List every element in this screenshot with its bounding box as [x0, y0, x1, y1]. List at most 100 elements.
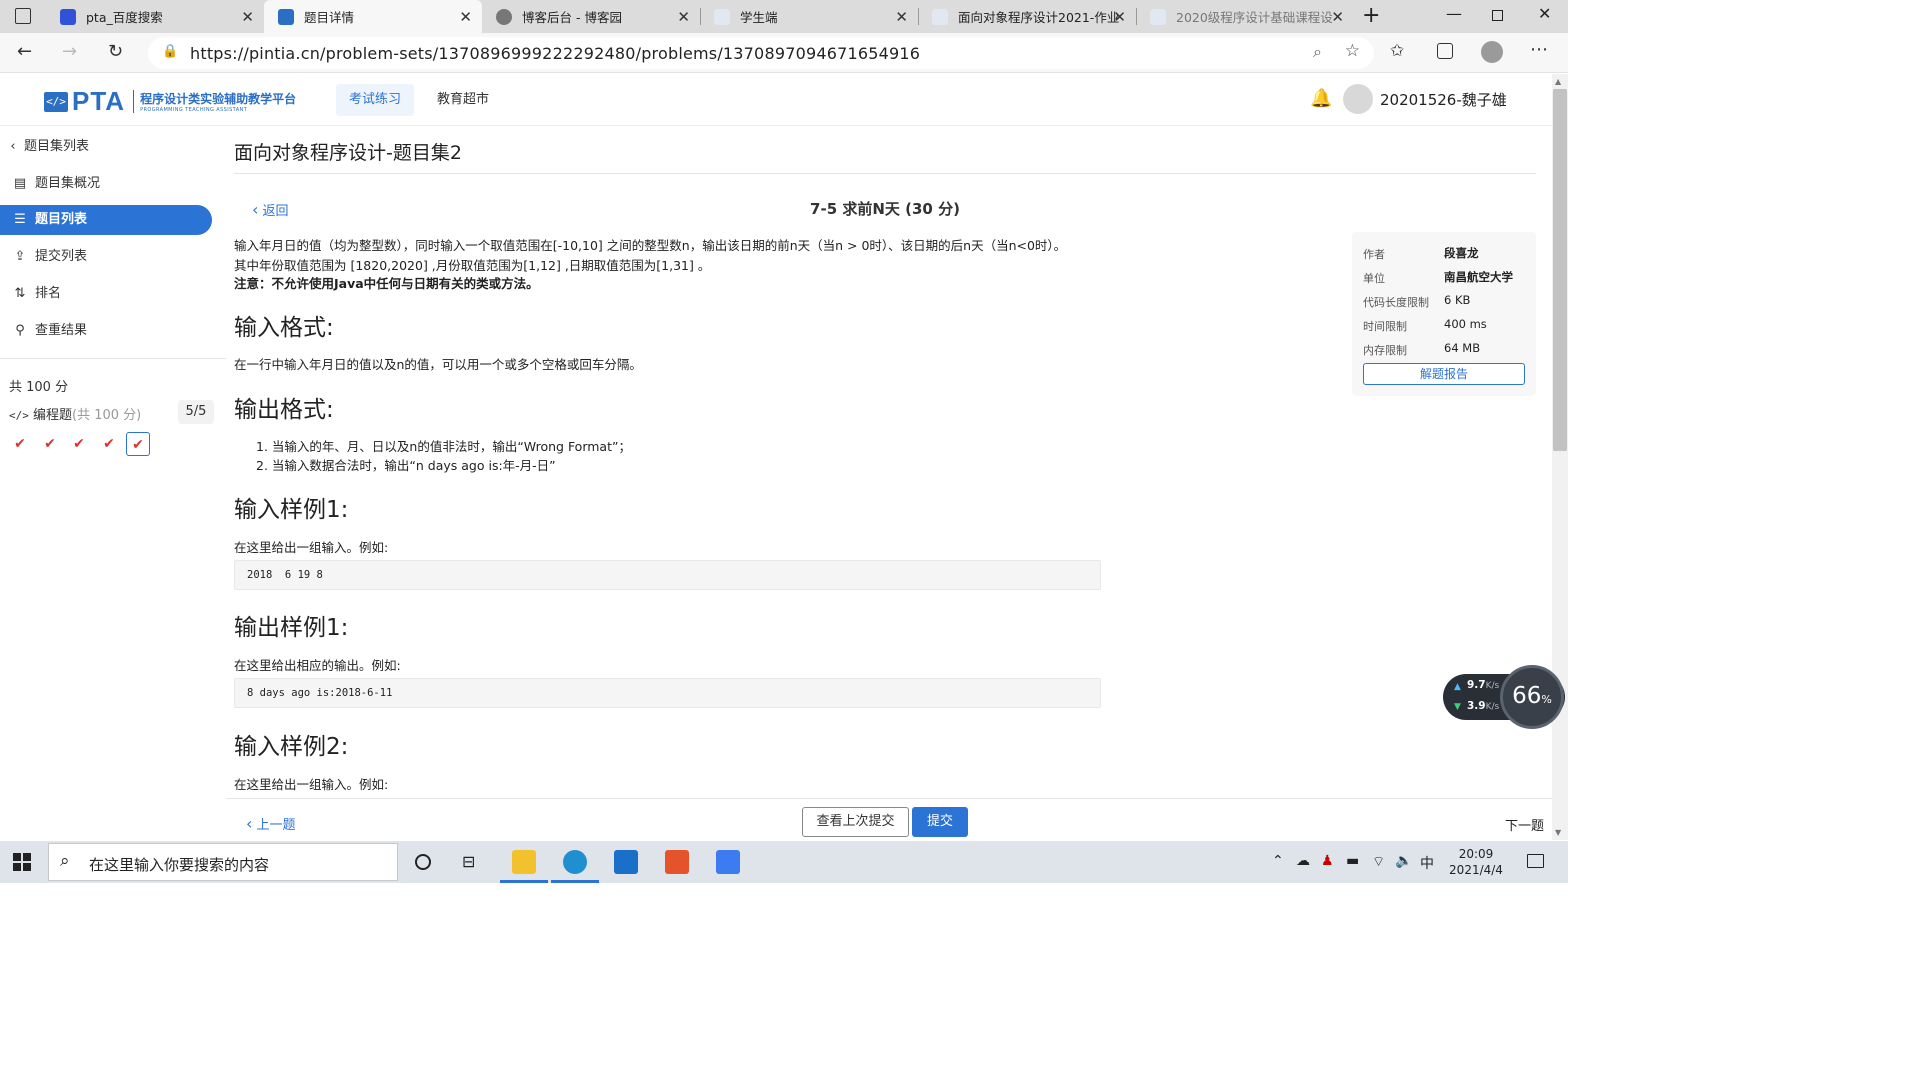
refresh-icon[interactable]: ↻	[108, 41, 123, 62]
office-icon[interactable]	[665, 850, 689, 874]
problem-info-panel: 作者 段喜龙 单位 南昌航空大学 代码长度限制 6 KB 时间限制 400 ms…	[1352, 232, 1536, 396]
problem-description-line-1: 输入年月日的值（均为整型数），同时输入一个取值范围在[-10,10] 之间的整型…	[234, 238, 1067, 253]
battery-icon[interactable]: ▬	[1346, 853, 1359, 869]
sidebar-item-ranking[interactable]: ⇅ 排名	[0, 279, 212, 309]
minimize-icon[interactable]: —	[1446, 4, 1462, 23]
file-explorer-icon[interactable]	[512, 850, 536, 874]
maximize-icon[interactable]	[1492, 10, 1503, 21]
url-text[interactable]: https://pintia.cn/problem-sets/137089699…	[190, 44, 920, 63]
total-score: 共 100 分	[9, 380, 69, 395]
show-hidden-icons-icon[interactable]: ⌃	[1272, 853, 1284, 869]
sample-input-2-text: 在这里给出一组输入。例如:	[234, 777, 389, 792]
edge-browser-icon[interactable]	[563, 850, 587, 874]
sidebar-divider	[0, 358, 226, 359]
sample-output-1-code[interactable]: 8 days ago is:2018-6-11	[234, 678, 1101, 708]
user-avatar[interactable]	[1343, 84, 1373, 114]
info-value-time-limit: 400 ms	[1444, 317, 1487, 331]
list-icon: ☰	[14, 212, 26, 227]
sidebar-item-label: 题目集概况	[35, 176, 101, 191]
browser-tab-cnblogs[interactable]: 博客后台 - 博客园 ✕	[482, 0, 700, 33]
browser-tab-oop-homework[interactable]: 面向对象程序设计2021-作业 ✕	[918, 0, 1136, 33]
info-label-memory-limit: 内存限制	[1363, 344, 1407, 357]
forward-arrow-icon[interactable]: →	[62, 41, 77, 62]
next-problem-button[interactable]: 下一题	[1505, 815, 1544, 834]
qq-icon[interactable]: ♟	[1321, 853, 1334, 869]
collections-icon[interactable]	[1437, 43, 1453, 59]
info-value-author: 段喜龙	[1444, 246, 1479, 260]
ime-indicator[interactable]: 中	[1420, 853, 1434, 873]
pta-logo[interactable]: </> PTA 程序设计类实验辅助教学平台 PROGRAMMING TEACHI…	[44, 86, 296, 117]
close-tab-icon[interactable]: ✕	[895, 8, 908, 26]
volume-icon[interactable]: 🔈	[1395, 853, 1412, 869]
sample-output-1-heading: 输出样例1:	[234, 615, 349, 641]
back-arrow-icon[interactable]: ←	[17, 41, 32, 62]
scroll-up-arrow-icon[interactable]: ▲	[1555, 77, 1561, 86]
task-view-icon[interactable]: ⊟	[462, 852, 475, 871]
view-last-submission-button[interactable]: 查看上次提交	[802, 807, 909, 837]
problem-description-line-2: 其中年份取值范围为 [1820,2020] ,月份取值范围为[1,12] ,日期…	[234, 258, 711, 273]
onedrive-icon[interactable]: ☁	[1296, 853, 1310, 869]
problem-status-check-icon[interactable]: ✔	[38, 432, 62, 456]
nav-education-market[interactable]: 教育超市	[424, 84, 502, 116]
problem-status-check-icon[interactable]: ✔	[97, 432, 121, 456]
tab-actions-icon[interactable]	[15, 8, 31, 24]
close-window-icon[interactable]: ✕	[1538, 4, 1551, 23]
problem-status-check-icon[interactable]: ✔	[126, 432, 150, 456]
memory-usage-gauge[interactable]: 66%	[1500, 665, 1564, 729]
sidebar-item-submissions[interactable]: ⇪ 提交列表	[0, 242, 212, 272]
browser-tab-student[interactable]: 学生端 ✕	[700, 0, 918, 33]
sample-input-1-code[interactable]: 2018 6 19 8	[234, 560, 1101, 590]
sidebar-back-to-problem-sets[interactable]: ‹ 题目集列表	[0, 132, 212, 162]
username[interactable]: 20201526-魏子雄	[1380, 89, 1507, 110]
tab-title: 2020级程序设计基础课程设	[1176, 10, 1333, 25]
mail-icon[interactable]	[614, 850, 638, 874]
sidebar-item-overview[interactable]: ▤ 题目集概况	[0, 169, 212, 199]
download-arrow-icon: ▼	[1454, 702, 1461, 712]
previous-problem-button[interactable]: ‹ 上一题	[246, 814, 296, 833]
close-tab-icon[interactable]: ✕	[1113, 8, 1126, 26]
nav-exam-practice[interactable]: 考试练习	[336, 84, 415, 116]
notification-bell-icon[interactable]: 🔔	[1310, 88, 1332, 109]
sidebar-item-label: 提交列表	[35, 249, 88, 264]
scroll-down-arrow-icon[interactable]: ▼	[1555, 828, 1561, 837]
windows-start-icon[interactable]	[13, 853, 31, 871]
close-tab-icon[interactable]: ✕	[459, 8, 472, 26]
sidebar-item-label: 排名	[35, 286, 62, 301]
problem-status-check-icon[interactable]: ✔	[8, 432, 32, 456]
submit-button[interactable]: 提交	[912, 807, 968, 837]
browser-tab-baidu[interactable]: pta_百度搜索 ✕	[46, 0, 264, 33]
close-tab-icon[interactable]: ✕	[1331, 8, 1344, 26]
notification-center-icon[interactable]	[1527, 854, 1544, 868]
wps-writer-icon[interactable]	[716, 850, 740, 874]
zoom-icon[interactable]: ⌕	[1313, 42, 1322, 62]
sidebar-item-plagiarism[interactable]: ⚲ 查重结果	[0, 316, 212, 346]
add-favorite-icon[interactable]: ☆	[1345, 41, 1360, 61]
clock-date: 2021/4/4	[1449, 863, 1503, 877]
problem-status-check-icon[interactable]: ✔	[67, 432, 91, 456]
new-tab-icon[interactable]: +	[1362, 3, 1380, 28]
page-favicon-icon	[1150, 8, 1166, 25]
browser-tab-course-design[interactable]: 2020级程序设计基础课程设 ✕	[1136, 0, 1354, 33]
taskbar-search-box[interactable]: ⌕ 在这里输入你要搜索的内容	[48, 843, 398, 881]
info-label-time-limit: 时间限制	[1363, 320, 1407, 333]
taskbar-clock[interactable]: 20:09 2021/4/4	[1440, 846, 1512, 878]
info-value-organization: 南昌航空大学	[1444, 270, 1513, 284]
previous-problem-label: 上一题	[256, 818, 296, 833]
scrollbar-thumb[interactable]	[1553, 89, 1567, 451]
back-link[interactable]: ‹ 返回	[252, 200, 289, 219]
favorites-icon[interactable]: ✩	[1390, 41, 1404, 61]
close-tab-icon[interactable]: ✕	[677, 8, 690, 26]
profile-avatar-icon[interactable]	[1481, 41, 1503, 63]
programming-section[interactable]: </> 编程题(共 100 分)	[9, 404, 141, 423]
sidebar-item-problem-list[interactable]: ☰ 题目列表	[0, 205, 212, 235]
solution-report-button[interactable]: 解题报告	[1363, 363, 1525, 385]
sort-icon: ⇅	[14, 286, 26, 301]
cortana-icon[interactable]	[415, 854, 431, 870]
browser-tab-problem-detail[interactable]: 题目详情 ✕	[264, 0, 482, 33]
output-format-heading: 输出格式:	[234, 397, 334, 423]
close-tab-icon[interactable]: ✕	[241, 8, 254, 26]
wifi-icon[interactable]: ⌔	[1372, 853, 1385, 871]
browser-tab-strip: pta_百度搜索 ✕ 题目详情 ✕ 博客后台 - 博客园 ✕ 学生端 ✕ 面向对…	[0, 0, 1568, 33]
more-menu-icon[interactable]: ⋯	[1530, 39, 1548, 60]
address-bar[interactable]: 🔒 https://pintia.cn/problem-sets/1370896…	[148, 37, 1374, 69]
